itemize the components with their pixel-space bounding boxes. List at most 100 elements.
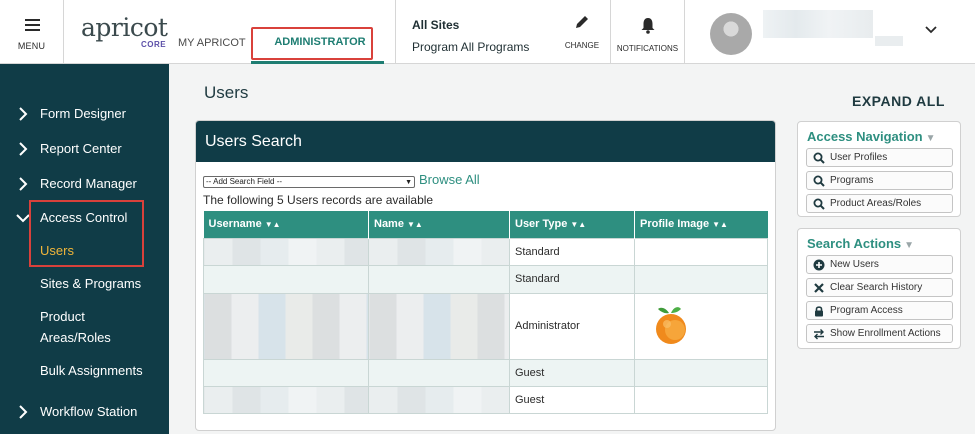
expand-all-button[interactable]: EXPAND ALL <box>852 93 945 109</box>
table-row[interactable]: Administrator <box>203 292 768 360</box>
user-name-redacted <box>763 10 873 38</box>
notifications-button[interactable]: NOTIFICATIONS <box>611 0 685 64</box>
sidebar-subitem-product-areas[interactable]: Product Areas/Roles <box>40 306 111 348</box>
chevron-right-icon <box>19 107 28 121</box>
sidebar-item-form-designer[interactable]: Form Designer <box>0 101 169 127</box>
sidebar-item-workflow-station[interactable]: Workflow Station <box>0 399 169 425</box>
column-header-user-type[interactable]: User Type ▼▲ <box>509 211 635 238</box>
x-icon <box>814 283 824 293</box>
chevron-right-icon <box>19 177 28 191</box>
sidebar-subitem-sites-programs[interactable]: Sites & Programs <box>40 273 141 294</box>
button-label: Clear Search History <box>830 282 923 293</box>
change-button[interactable]: CHANGE <box>556 14 608 50</box>
clear-search-history-button[interactable]: Clear Search History <box>806 278 953 297</box>
product-areas-roles-button[interactable]: Product Areas/Roles <box>806 194 953 213</box>
profile-image-cell <box>634 292 768 360</box>
sidebar-item-label: Record Manager <box>40 176 137 191</box>
access-navigation-title[interactable]: Access Navigation ▼ <box>807 129 936 144</box>
apricot-logo[interactable]: apricot CORE <box>81 13 171 53</box>
button-label: Programs <box>830 175 874 186</box>
sidebar-subitem-bulk-assignments[interactable]: Bulk Assignments <box>40 360 143 381</box>
search-icon <box>813 198 825 210</box>
chevron-right-icon <box>19 142 28 156</box>
table-row[interactable]: Standard <box>203 264 768 294</box>
table-row[interactable]: Guest <box>203 358 768 387</box>
apricot-fruit-icon <box>656 306 686 344</box>
username-cell-redacted[interactable] <box>203 385 369 414</box>
avatar <box>710 13 752 55</box>
search-actions-panel: Search Actions ▼ New Users Clear Search H… <box>797 228 961 349</box>
search-actions-title[interactable]: Search Actions ▼ <box>807 236 914 251</box>
user-menu[interactable] <box>685 0 975 64</box>
sort-icon: ▼▲ <box>570 220 587 230</box>
add-search-field-select[interactable]: -- Add Search Field -- ▼ <box>203 176 415 188</box>
search-icon <box>813 152 825 164</box>
column-label: Profile Image <box>640 218 710 231</box>
panel-title: Search Actions <box>807 236 902 251</box>
top-header: MENU apricot CORE MY APRICOT ADMINISTRAT… <box>0 0 975 64</box>
sort-icon: ▼▲ <box>712 220 728 230</box>
sidebar-item-label: Form Designer <box>40 106 126 121</box>
new-users-button[interactable]: New Users <box>806 255 953 274</box>
highlight-box-administrator <box>251 27 373 60</box>
table-header-row: Username ▼▲ Name ▼▲ User Type ▼▲ Profile Im… <box>203 211 768 238</box>
username-cell-redacted[interactable] <box>203 358 369 387</box>
user-type-cell: Standard <box>509 237 635 266</box>
sites-title: All Sites <box>412 18 460 32</box>
pencil-icon <box>576 16 588 28</box>
button-label: New Users <box>830 259 879 270</box>
menu-label: MENU <box>17 41 46 51</box>
name-cell-redacted <box>368 358 510 387</box>
sidebar-item-record-manager[interactable]: Record Manager <box>0 171 169 197</box>
button-label: Product Areas/Roles <box>830 198 922 209</box>
user-type-cell: Guest <box>509 385 635 414</box>
sidebar-item-report-center[interactable]: Report Center <box>0 136 169 162</box>
logo-sub: CORE <box>141 40 167 49</box>
username-cell-redacted[interactable] <box>203 292 369 360</box>
menu-button[interactable]: MENU <box>0 0 64 64</box>
username-cell-redacted[interactable] <box>203 264 369 294</box>
programs-button[interactable]: Programs <box>806 171 953 190</box>
users-table: Username ▼▲ Name ▼▲ User Type ▼▲ Profile Im… <box>203 211 768 414</box>
sort-icon: ▼▲ <box>264 220 281 230</box>
bell-icon <box>641 18 655 34</box>
search-icon <box>813 175 825 187</box>
column-header-username[interactable]: Username ▼▲ <box>203 211 369 238</box>
chevron-right-icon <box>19 405 28 419</box>
column-header-profile-image[interactable]: Profile Image ▼▲ <box>634 211 768 238</box>
user-type-cell: Administrator <box>509 292 635 360</box>
logo-word: apricot <box>81 13 168 42</box>
sort-icon: ▼▲ <box>406 220 423 230</box>
button-label: Show Enrollment Actions <box>830 328 941 339</box>
column-label: Username <box>208 218 262 231</box>
nav-my-apricot[interactable]: MY APRICOT <box>178 37 246 49</box>
table-row[interactable]: Guest <box>203 385 768 414</box>
panel-title: Users Search <box>205 133 302 150</box>
chevron-down-icon[interactable] <box>925 25 937 35</box>
name-cell-redacted <box>368 264 510 294</box>
profile-image-cell <box>634 358 768 387</box>
profile-image-cell <box>634 264 768 294</box>
name-cell-redacted <box>368 385 510 414</box>
column-header-name[interactable]: Name ▼▲ <box>368 211 510 238</box>
plus-circle-icon <box>813 259 825 271</box>
swap-arrows-icon <box>814 329 824 340</box>
records-note: The following 5 Users records are availa… <box>203 193 434 207</box>
chevron-down-icon <box>16 214 30 223</box>
username-cell-redacted[interactable] <box>203 237 369 266</box>
browse-all-link[interactable]: Browse All <box>419 172 480 187</box>
select-value: -- Add Search Field -- <box>206 177 283 186</box>
sites-program: Program All Programs <box>412 40 530 54</box>
site-program-selector[interactable]: All Sites Program All Programs CHANGE <box>395 0 611 64</box>
show-enrollment-actions-button[interactable]: Show Enrollment Actions <box>806 324 953 343</box>
lock-icon <box>815 306 823 317</box>
active-nav-underline <box>251 61 384 64</box>
highlight-box-access-control <box>29 200 144 267</box>
program-access-button[interactable]: Program Access <box>806 301 953 320</box>
user-profiles-button[interactable]: User Profiles <box>806 148 953 167</box>
name-cell-redacted <box>368 292 510 360</box>
table-row[interactable]: Standard <box>203 237 768 266</box>
change-label: CHANGE <box>564 41 600 50</box>
sidebar-item-label: Workflow Station <box>40 404 138 419</box>
sidebar-item-label: Report Center <box>40 141 122 156</box>
